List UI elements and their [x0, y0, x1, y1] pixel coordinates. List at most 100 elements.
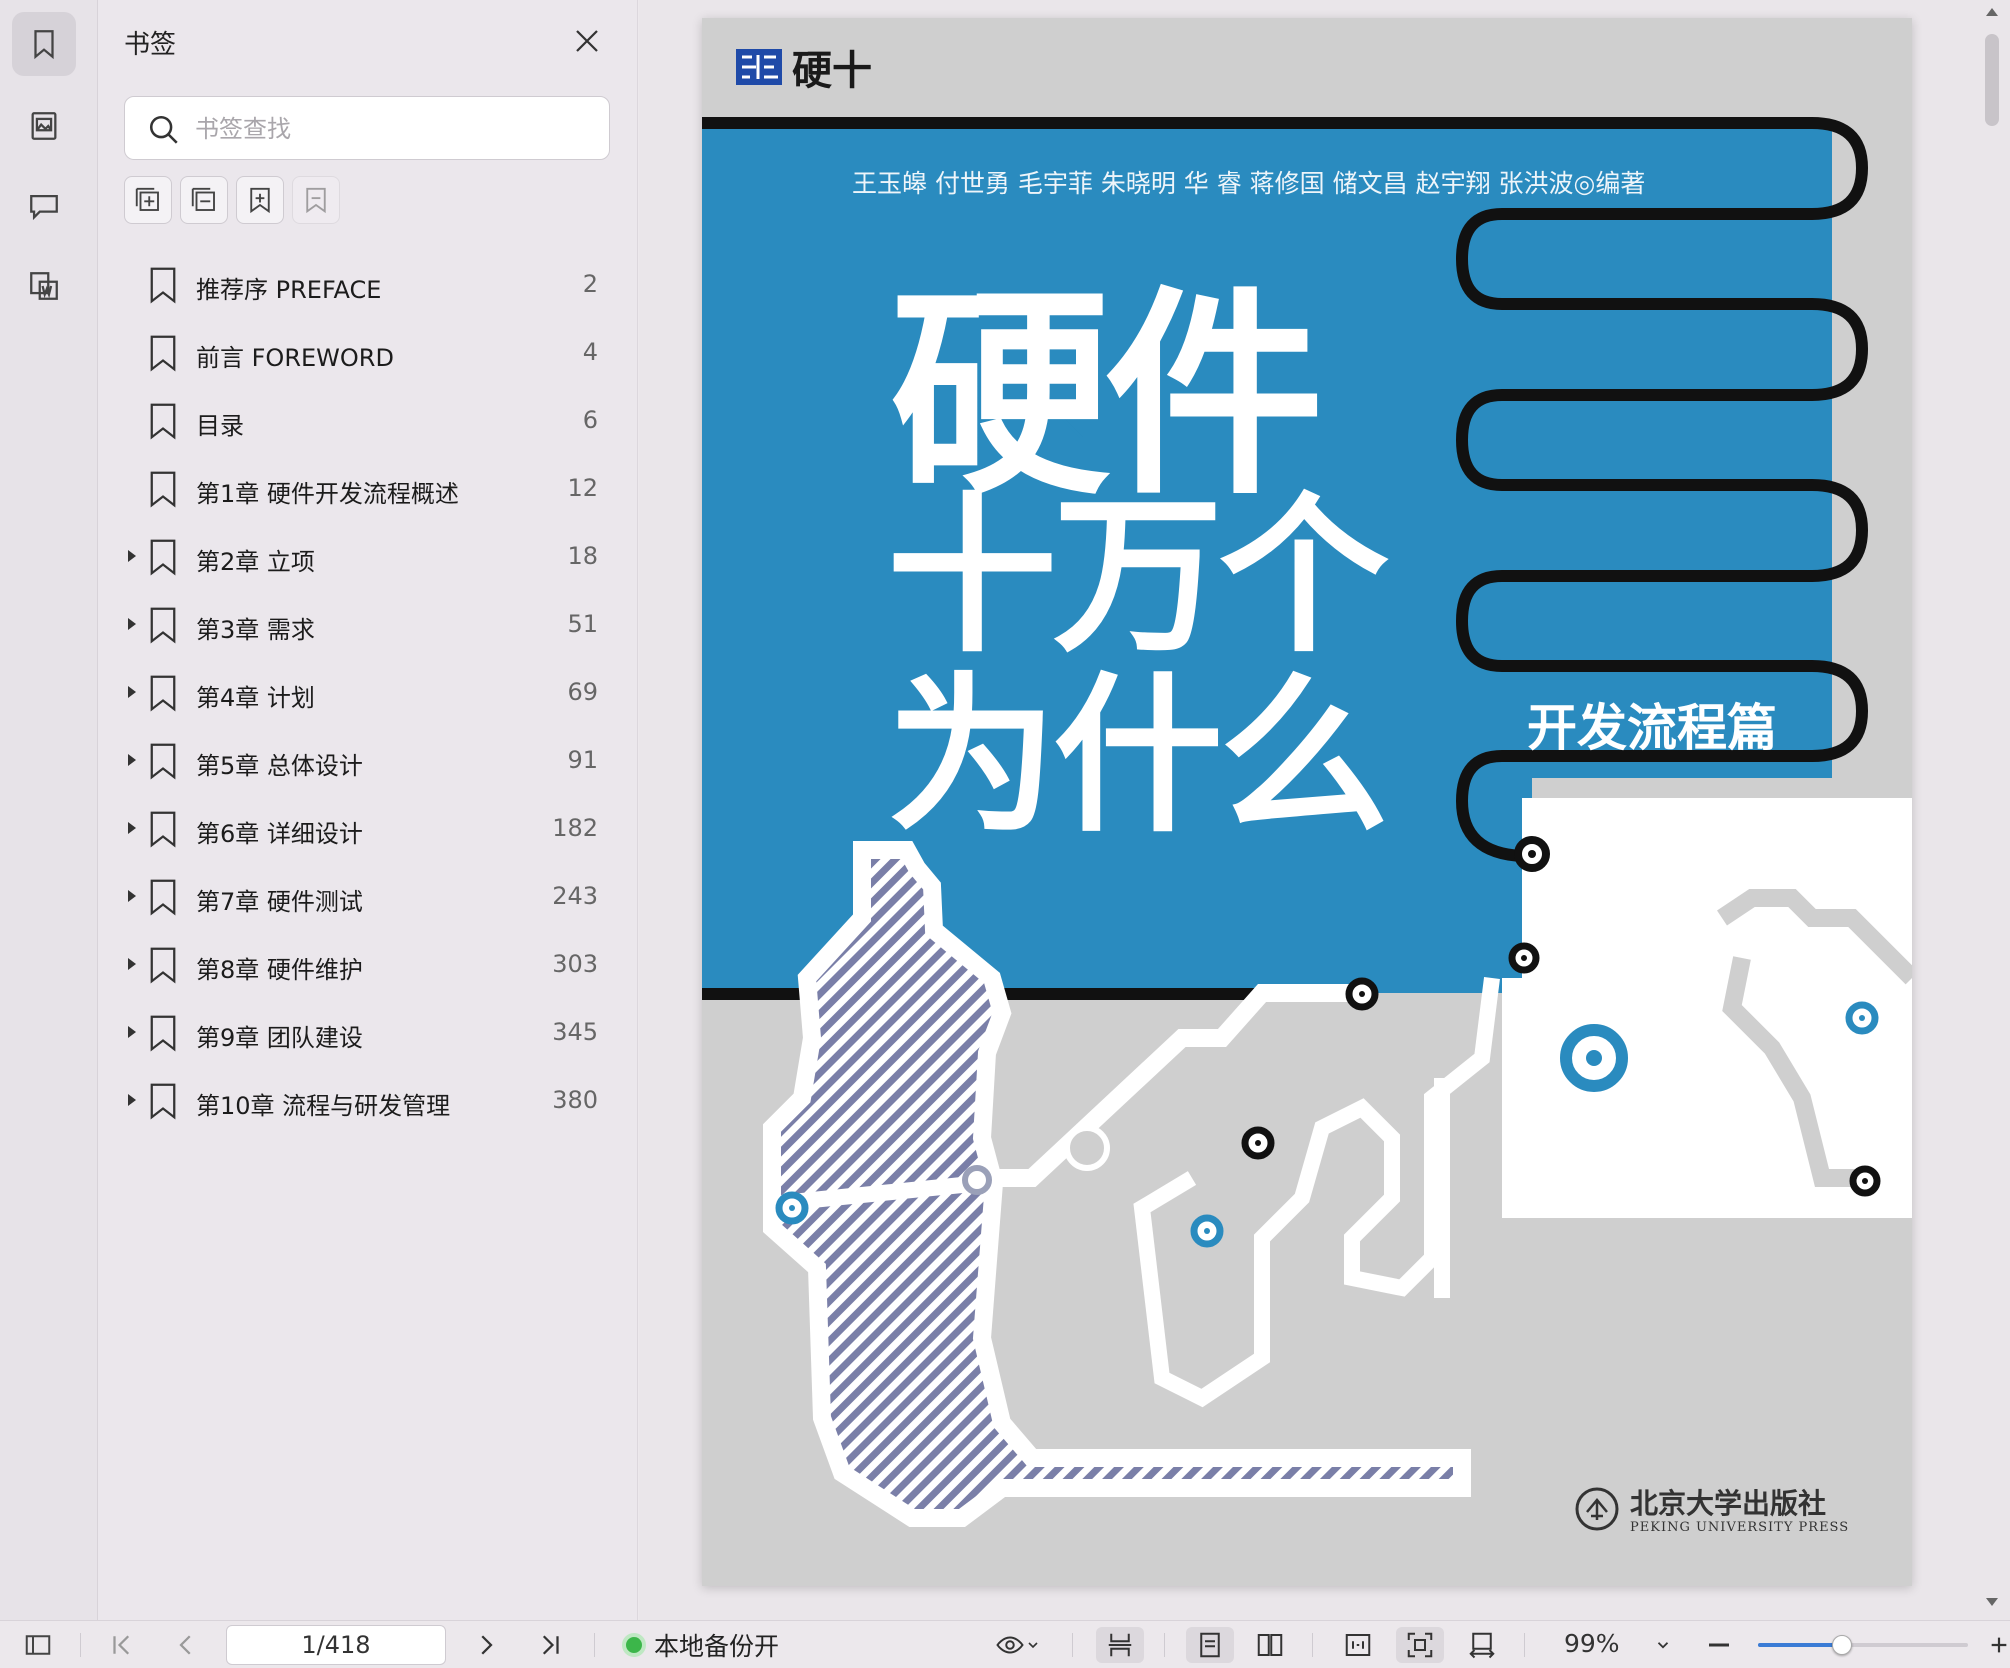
- bookmark-icon: [150, 539, 176, 576]
- search-input[interactable]: [195, 107, 595, 151]
- delete-bookmark-button[interactable]: [292, 176, 340, 224]
- scrollbar-thumb[interactable]: [1985, 34, 1999, 126]
- bookmark-item[interactable]: 第2章 立项 18: [98, 524, 638, 592]
- two-page-button[interactable]: [1248, 1627, 1292, 1663]
- bookmark-icon: [150, 743, 176, 780]
- zoom-slider[interactable]: [1758, 1635, 1968, 1655]
- bookmark-page-number: 69: [567, 678, 598, 706]
- chevron-left-icon: [179, 1635, 191, 1655]
- fit-width-icon: [1345, 1634, 1371, 1656]
- single-page-button[interactable]: [1186, 1627, 1234, 1663]
- expand-arrow-icon[interactable]: [128, 1026, 136, 1038]
- fit-width-button[interactable]: [1336, 1627, 1380, 1663]
- fit-page-button[interactable]: [1396, 1627, 1444, 1663]
- bookmark-item[interactable]: 第5章 总体设计 91: [98, 728, 638, 796]
- local-backup-status[interactable]: 本地备份开: [622, 1629, 779, 1661]
- zoom-slider-handle[interactable]: [1832, 1635, 1852, 1655]
- document-viewport[interactable]: 硬十 王玉皞 付世勇 毛宇菲 朱晓明 华 睿 蒋修国 储文昌 赵宇翔 张洪波◎编…: [639, 0, 1989, 1620]
- toggle-sidebar-button[interactable]: [18, 1627, 58, 1663]
- plus-icon: [1991, 1637, 2007, 1653]
- bookmark-icon: [150, 1015, 176, 1052]
- bookmark-label: 第2章 立项: [196, 548, 315, 576]
- bookmark-item[interactable]: 目录 6: [98, 388, 638, 456]
- expand-all-button[interactable]: [124, 176, 172, 224]
- view-mode-dropdown[interactable]: [986, 1627, 1050, 1663]
- sidebar-rail: [0, 0, 98, 1620]
- continuous-scroll-button[interactable]: [1096, 1627, 1144, 1663]
- bookmark-page-number: 380: [552, 1086, 598, 1114]
- image-icon: [31, 112, 57, 140]
- page-number-input[interactable]: 1/418: [226, 1625, 446, 1665]
- expand-arrow-icon[interactable]: [128, 550, 136, 562]
- chevron-right-icon: [481, 1635, 493, 1655]
- bookmark-label: 第3章 需求: [196, 616, 315, 644]
- bookmark-item[interactable]: 第6章 详细设计 182: [98, 796, 638, 864]
- bookmark-label: 第1章 硬件开发流程概述: [196, 480, 459, 508]
- expand-arrow-icon[interactable]: [128, 754, 136, 766]
- expand-arrow-icon[interactable]: [128, 618, 136, 630]
- expand-arrow-icon[interactable]: [128, 958, 136, 970]
- add-bookmark-button[interactable]: [236, 176, 284, 224]
- bookmark-search: [124, 96, 610, 160]
- scroll-down-icon[interactable]: [1986, 1598, 1998, 1606]
- bookmark-label: 目录: [196, 412, 244, 440]
- bookmark-item[interactable]: 推荐序 PREFACE 2: [98, 252, 638, 320]
- bookmark-panel: 书签 推荐序 PREFACE 2 前言 FOREWORD 4 目录 6 第1章 硬件开发流程…: [98, 0, 638, 1620]
- chevron-down-icon: [1657, 1642, 1669, 1649]
- two-page-icon: [1257, 1634, 1283, 1656]
- bookmark-page-number: 2: [582, 270, 598, 298]
- bookmark-icon: [150, 879, 176, 916]
- zoom-out-button[interactable]: [1704, 1627, 1734, 1663]
- chevron-down-icon: [1028, 1642, 1038, 1649]
- attachment-tab-button[interactable]: [12, 254, 76, 318]
- bookmark-icon: [150, 335, 176, 372]
- single-page-icon: [1200, 1632, 1220, 1658]
- bookmark-item[interactable]: 第1章 硬件开发流程概述 12: [98, 456, 638, 524]
- bookmark-label: 第5章 总体设计: [196, 752, 363, 780]
- bookmark-item[interactable]: 第8章 硬件维护 303: [98, 932, 638, 1000]
- next-page-button[interactable]: [468, 1627, 504, 1663]
- rotate-icon: [1469, 1632, 1495, 1659]
- first-page-button[interactable]: [104, 1627, 140, 1663]
- close-icon[interactable]: [572, 26, 602, 56]
- first-page-icon: [113, 1635, 130, 1655]
- expand-arrow-icon[interactable]: [128, 890, 136, 902]
- bookmark-icon: [150, 403, 176, 440]
- zoom-level[interactable]: 99%: [1564, 1629, 1620, 1658]
- bookmark-icon: [150, 267, 176, 304]
- bookmark-label: 推荐序 PREFACE: [196, 276, 382, 304]
- bookmark-item[interactable]: 第7章 硬件测试 243: [98, 864, 638, 932]
- previous-page-button[interactable]: [168, 1627, 204, 1663]
- bookmark-item[interactable]: 第9章 团队建设 345: [98, 1000, 638, 1068]
- bookmark-item[interactable]: 前言 FOREWORD 4: [98, 320, 638, 388]
- bookmark-page-number: 51: [567, 610, 598, 638]
- bookmark-item[interactable]: 第4章 计划 69: [98, 660, 638, 728]
- comment-icon: [30, 194, 58, 221]
- last-page-button[interactable]: [532, 1627, 568, 1663]
- expand-arrow-icon[interactable]: [128, 1094, 136, 1106]
- bookmark-label: 第7章 硬件测试: [196, 888, 363, 916]
- bookmark-page-number: 345: [552, 1018, 598, 1046]
- attachment-icon: [30, 272, 58, 300]
- bookmark-tab-button[interactable]: [12, 12, 76, 76]
- expand-all-icon: [135, 187, 159, 211]
- publisher-mark: 北京大学出版社 PEKING UNIVERSITY PRESS: [1574, 1482, 1874, 1542]
- expand-arrow-icon[interactable]: [128, 822, 136, 834]
- bookmark-label: 第10章 流程与研发管理: [196, 1092, 451, 1120]
- last-page-icon: [542, 1635, 559, 1655]
- zoom-in-button[interactable]: [1988, 1627, 2010, 1663]
- collapse-all-icon: [191, 187, 215, 211]
- comment-tab-button[interactable]: [12, 174, 76, 238]
- expand-arrow-icon[interactable]: [128, 686, 136, 698]
- collapse-all-button[interactable]: [180, 176, 228, 224]
- bookmark-item[interactable]: 第3章 需求 51: [98, 592, 638, 660]
- thumbnail-tab-button[interactable]: [12, 94, 76, 158]
- zoom-dropdown[interactable]: [1648, 1627, 1678, 1663]
- bookmark-page-number: 303: [552, 950, 598, 978]
- scroll-up-icon[interactable]: [1986, 8, 1998, 16]
- bookmark-icon: [150, 811, 176, 848]
- rotate-button[interactable]: [1460, 1627, 1504, 1663]
- cover-authors: 王玉皞 付世勇 毛宇菲 朱晓明 华 睿 蒋修国 储文昌 赵宇翔 张洪波◎编著: [852, 169, 1646, 198]
- bookmark-item[interactable]: 第10章 流程与研发管理 380: [98, 1068, 638, 1136]
- vertical-scrollbar[interactable]: [1984, 0, 2010, 1620]
